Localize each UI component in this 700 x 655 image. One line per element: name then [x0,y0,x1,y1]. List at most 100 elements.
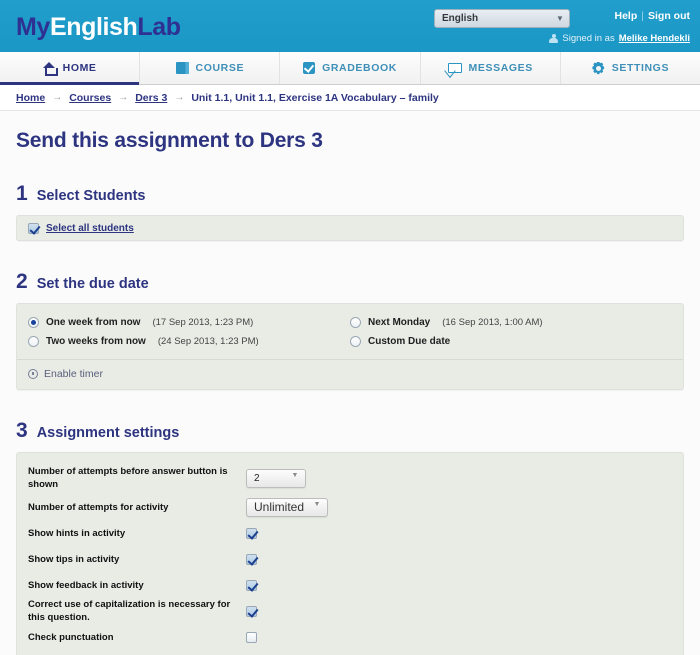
setting-attempts-answer-label: Number of attempts before answer button … [28,466,228,490]
setting-attempts-answer-control: 2 ▼ [246,468,306,488]
setting-attempts-answer: Number of attempts before answer button … [17,465,683,491]
home-icon [42,62,58,76]
step-3-title: Assignment settings [36,425,180,441]
stepper-icon[interactable]: ▼ [313,501,321,512]
checkbox-icon [303,62,316,74]
setting-capitalization-label: Correct use of capitalization is necessa… [28,599,231,623]
step-2-header: 2 Set the due date [16,270,684,294]
book-icon [175,62,189,74]
due-option-custom-label: Custom Due date [368,336,451,347]
link-separator: | [641,10,644,22]
setting-check-punctuation-control [246,631,257,643]
attempts-activity-select[interactable]: Unlimited ▼ [246,497,328,517]
due-option-custom[interactable]: Custom Due date [350,332,672,351]
due-option-next-monday-label: Next Monday [368,317,431,328]
setting-attempts-activity-control: Unlimited ▼ [246,497,328,517]
signed-in-prefix: Signed in as [562,33,615,44]
setting-show-feedback-control [246,579,257,591]
tab-settings[interactable]: SETTINGS [561,52,700,84]
attempts-answer-select-value: 2 [254,472,260,484]
breadcrumb-arrow-icon: → [174,92,185,103]
gear-icon [592,62,605,75]
due-date-options: One week from now (17 Sep 2013, 1:23 PM)… [17,313,683,359]
due-option-two-weeks-label: Two weeks from now [46,336,146,347]
capitalization-checkbox[interactable] [246,605,257,617]
due-option-next-monday-date: (16 Sep 2013, 1:00 AM) [442,317,543,328]
due-option-one-week-label: One week from now [46,317,141,328]
breadcrumb-item-courses[interactable]: Courses [69,92,111,104]
step-2-number: 2 [16,270,28,293]
app-logo: MyEnglishLab [16,13,181,42]
language-select-value: English [442,13,479,24]
due-option-two-weeks-radio[interactable] [28,336,39,347]
setting-attempts-activity: Number of attempts for activity Unlimite… [17,494,683,520]
step-2-title: Set the due date [36,276,149,292]
due-option-custom-radio[interactable] [350,336,361,347]
setting-show-hints: Show hints in activity [17,520,683,546]
check-punctuation-checkbox[interactable] [246,631,257,643]
step-3-number: 3 [16,419,28,442]
envelope-icon [447,63,462,73]
setting-check-punctuation: Check punctuation [17,624,683,650]
select-all-students-label[interactable]: Select all students [46,223,134,234]
tab-course[interactable]: COURSE [140,52,281,84]
setting-capitalization-control [246,605,257,617]
sign-out-link[interactable]: Sign out [648,10,690,22]
breadcrumb-arrow-icon: → [118,92,129,103]
language-select[interactable]: English ▼ [434,9,570,28]
setting-check-punctuation-label: Check punctuation [28,631,114,643]
setting-show-feedback-label: Show feedback in activity [28,579,144,591]
due-option-next-monday[interactable]: Next Monday (16 Sep 2013, 1:00 AM) [350,313,672,332]
due-option-two-weeks[interactable]: Two weeks from now (24 Sep 2013, 1:23 PM… [28,332,350,351]
breadcrumb-item-current: Unit 1.1, Unit 1.1, Exercise 1A Vocabula… [191,91,439,104]
step-1-number: 1 [16,182,28,205]
enable-timer-label[interactable]: Enable timer [44,368,103,380]
show-hints-checkbox[interactable] [246,527,257,539]
setting-attempts-activity-label: Number of attempts for activity [28,501,169,513]
show-feedback-checkbox[interactable] [246,579,257,591]
breadcrumb-arrow-icon: → [52,92,63,103]
due-option-one-week-radio[interactable] [28,317,39,328]
logo-part-english: English [49,13,138,41]
assignment-settings-panel: Number of attempts before answer button … [16,452,684,655]
help-link[interactable]: Help [615,10,638,22]
setting-show-tips: Show tips in activity [17,546,683,572]
setting-show-tips-control [246,553,257,565]
logo-part-my: My [16,13,50,41]
user-name[interactable]: Melike Hendekli [619,33,690,44]
tab-messages[interactable]: MESSAGES [421,52,561,84]
due-option-one-week[interactable]: One week from now (17 Sep 2013, 1:23 PM) [28,313,350,332]
setting-capitalization: Correct use of capitalization is necessa… [17,598,683,624]
tab-settings-label: SETTINGS [611,62,670,74]
logo-part-lab: Lab [137,13,181,41]
main-nav: HOME COURSE GRADEBOOK MESSAGES SETTINGS [0,52,700,85]
page-content: Send this assignment to Ders 3 1 Select … [0,129,700,655]
setting-show-tips-label: Show tips in activity [28,553,120,565]
step-3-header: 3 Assignment settings [16,419,684,443]
attempts-answer-select[interactable]: 2 ▼ [246,468,306,488]
chevron-down-icon: ▼ [556,14,564,23]
setting-show-feedback: Show feedback in activity [17,572,683,598]
select-all-students-checkbox[interactable] [28,222,39,234]
show-tips-checkbox[interactable] [246,553,257,565]
tab-course-label: COURSE [195,62,245,74]
due-option-next-monday-radio[interactable] [350,317,361,328]
tab-gradebook-label: GRADEBOOK [322,62,397,74]
enable-timer-row[interactable]: Enable timer [17,360,683,389]
stepper-icon[interactable]: ▼ [291,472,299,483]
breadcrumb-item-home[interactable]: Home [16,92,45,104]
tab-gradebook[interactable]: GRADEBOOK [280,52,421,84]
step-1-title: Select Students [36,188,146,204]
header-links: Help | Sign out [615,10,691,22]
tab-home[interactable]: HOME [0,52,141,85]
app-header: MyEnglishLab English ▼ Help | Sign out Sig… [0,0,700,52]
clock-icon [28,369,38,379]
breadcrumb-item-ders-3[interactable]: Ders 3 [135,92,167,104]
due-date-column-left: One week from now (17 Sep 2013, 1:23 PM)… [28,313,350,351]
tab-messages-label: MESSAGES [468,62,533,74]
due-option-one-week-date: (17 Sep 2013, 1:23 PM) [152,317,254,328]
due-date-column-right: Next Monday (16 Sep 2013, 1:00 AM) Custo… [350,313,672,351]
setting-show-hints-control [246,527,257,539]
person-icon [549,33,559,44]
due-date-panel: One week from now (17 Sep 2013, 1:23 PM)… [16,303,684,390]
